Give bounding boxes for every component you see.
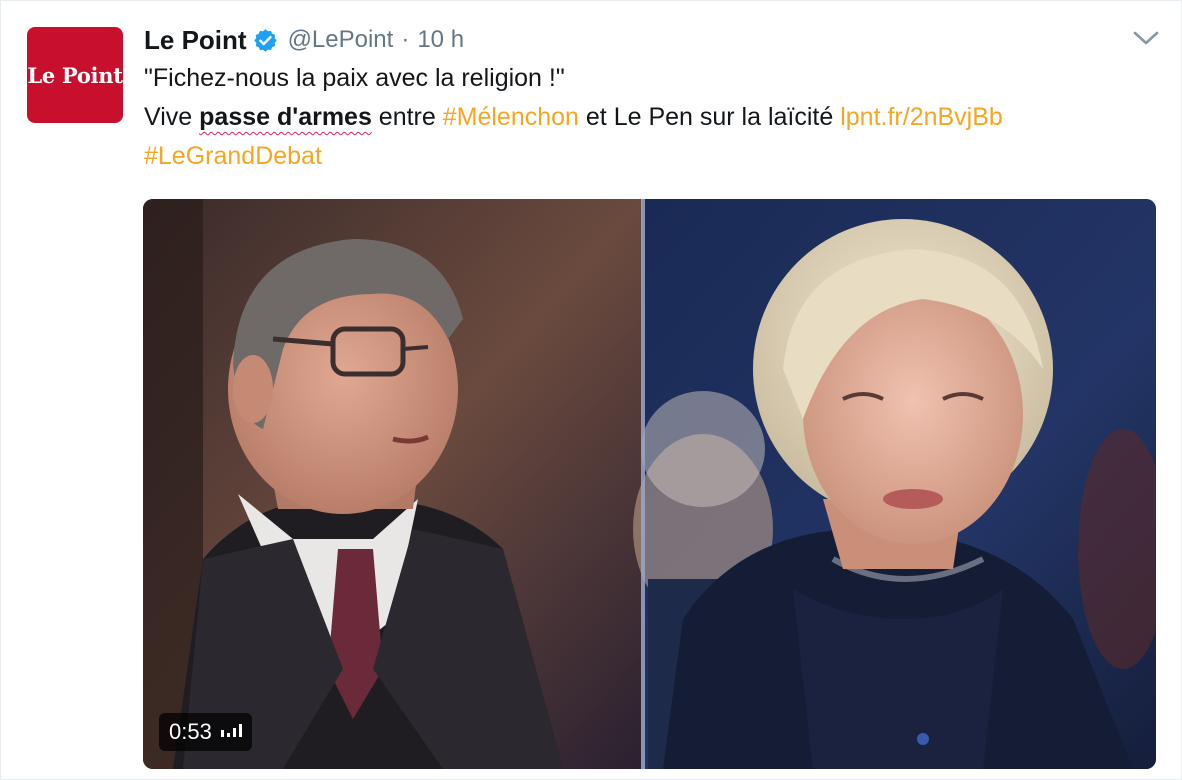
hashtag-legranddebat[interactable]: #LeGrandDebat: [144, 142, 322, 170]
verified-badge-icon: [253, 28, 278, 53]
text-le-pen: et Le Pen sur la laïcité: [578, 103, 841, 131]
bar-chart-icon: [220, 722, 242, 743]
more-options-chevron-down-icon[interactable]: [1131, 25, 1161, 51]
tweet-card[interactable]: Le Point Le Point @LePoint · 10 h "Fiche…: [0, 0, 1182, 780]
tweet-line-3: #LeGrandDebat: [144, 137, 1154, 176]
highlighted-phrase: passe d'armes: [199, 103, 372, 131]
video-thumbnail: [143, 199, 1156, 769]
video-duration: 0:53: [169, 719, 212, 744]
tweet-quote: "Fichez-nous la paix avec la religion !": [144, 64, 565, 92]
tweet-line-2: Vive passe d'armes entre #Mélenchon et L…: [144, 98, 1154, 137]
text-entre: entre: [371, 103, 443, 131]
tweet-header: Le Point @LePoint · 10 h: [144, 23, 464, 57]
tweet-timestamp[interactable]: 10 h: [417, 26, 464, 54]
avatar[interactable]: Le Point: [27, 27, 123, 123]
tweet-text: "Fichez-nous la paix avec la religion !"…: [144, 59, 1154, 176]
text-vive: Vive: [144, 103, 200, 131]
video-player[interactable]: 0:53: [143, 199, 1156, 769]
tweet-url-link[interactable]: lpnt.fr/2nBvjBb: [840, 103, 1003, 131]
account-handle[interactable]: @LePoint: [288, 26, 394, 54]
video-duration-badge: 0:53: [159, 713, 252, 751]
avatar-logo-text: Le Point: [27, 62, 123, 88]
account-name[interactable]: Le Point: [144, 25, 247, 56]
separator-dot: ·: [401, 26, 410, 53]
hashtag-melenchon[interactable]: #Mélenchon: [443, 103, 579, 131]
